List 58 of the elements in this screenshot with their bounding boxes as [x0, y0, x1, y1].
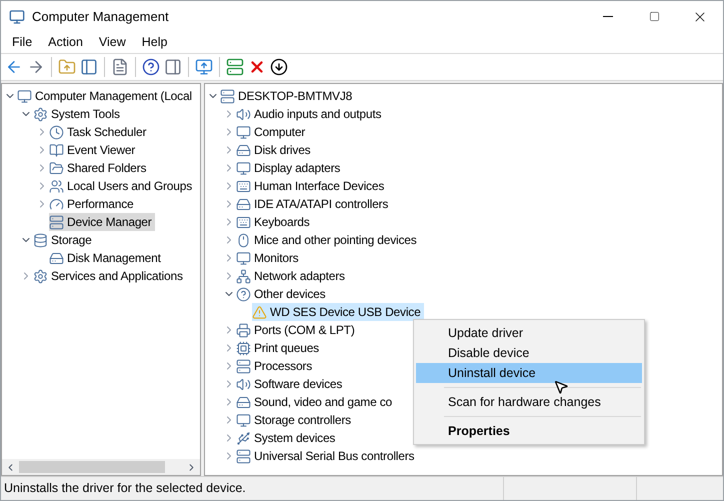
maximize-icon	[648, 11, 660, 22]
app-icon	[9, 8, 25, 24]
tree-item[interactable]: Keyboards	[236, 213, 313, 231]
forward-icon[interactable]	[27, 58, 45, 76]
tree-item[interactable]: Computer	[236, 123, 308, 141]
menu-item[interactable]: Uninstall device	[416, 363, 642, 383]
menu-item[interactable]: View	[90, 33, 134, 52]
menu-item[interactable]: Help	[134, 33, 176, 52]
menu-item[interactable]: Disable device	[416, 343, 642, 363]
tree-item[interactable]: Display adapters	[236, 159, 344, 177]
tree-item[interactable]: Sound, video and game co	[236, 393, 395, 411]
tree-item[interactable]: Device Manager	[49, 213, 155, 231]
tree-item[interactable]: Human Interface Devices	[236, 177, 388, 195]
tree-item[interactable]: Network adapters	[236, 267, 348, 285]
tree-item[interactable]: Disk Management	[49, 249, 164, 267]
tree-item[interactable]: Software devices	[236, 375, 346, 393]
tree-item[interactable]: IDE ATA/ATAPI controllers	[236, 195, 392, 213]
scrollbar-thumb[interactable]	[19, 461, 165, 473]
panel-icon[interactable]	[80, 58, 98, 76]
menu-item[interactable]: Scan for hardware changes	[416, 392, 642, 412]
menu-item[interactable]: Update driver	[416, 323, 642, 343]
tree-item[interactable]: Disk drives	[236, 141, 314, 159]
tree-item[interactable]: Storage controllers	[236, 411, 354, 429]
tree-item[interactable]: Local Users and Groups	[49, 177, 195, 195]
tree-item[interactable]: Services and Applications	[33, 267, 186, 285]
tree-item[interactable]: Audio inputs and outputs	[236, 105, 384, 123]
mouse-pointer-icon	[553, 379, 569, 395]
tree-item[interactable]: Storage	[33, 231, 95, 249]
menu-item[interactable]: File	[4, 33, 40, 52]
tree-item[interactable]: WD SES Device USB Device	[252, 303, 424, 321]
tree-item[interactable]: Performance	[49, 195, 136, 213]
tree-item[interactable]: System devices	[236, 429, 338, 447]
folder-up-icon[interactable]	[58, 58, 76, 76]
tree-item[interactable]: Computer Management (Local	[17, 87, 195, 105]
tree-item[interactable]: Ports (COM & LPT)	[236, 321, 358, 339]
minimize-icon	[603, 16, 613, 17]
tree-item[interactable]: Mice and other pointing devices	[236, 231, 420, 249]
tree-item[interactable]: Universal Serial Bus controllers	[236, 447, 418, 465]
back-icon[interactable]	[5, 58, 23, 76]
menu-item[interactable]: Action	[40, 33, 91, 52]
menu-item[interactable]: Properties	[416, 421, 642, 441]
status-text: Uninstalls the driver for the selected device.	[3, 480, 247, 498]
tree-item[interactable]: Shared Folders	[49, 159, 150, 177]
tree-item[interactable]: DESKTOP-BMTMVJ8	[220, 87, 356, 105]
monitor-icon[interactable]	[195, 58, 213, 76]
window-title: Computer Management	[32, 8, 169, 26]
tree-item[interactable]: Monitors	[236, 249, 302, 267]
tree-item[interactable]: Task Scheduler	[49, 123, 150, 141]
download-icon[interactable]	[270, 58, 288, 76]
document-icon[interactable]	[111, 58, 129, 76]
tree-item[interactable]: System Tools	[33, 105, 123, 123]
tree-item[interactable]: Processors	[236, 357, 316, 375]
horizontal-scrollbar[interactable]	[2, 459, 200, 475]
panel-icon[interactable]	[164, 58, 182, 76]
tree-item[interactable]: Print queues	[236, 339, 322, 357]
tree-item[interactable]: Other devices	[236, 285, 328, 303]
tree-item[interactable]: Event Viewer	[49, 141, 138, 159]
help-icon[interactable]	[142, 58, 160, 76]
